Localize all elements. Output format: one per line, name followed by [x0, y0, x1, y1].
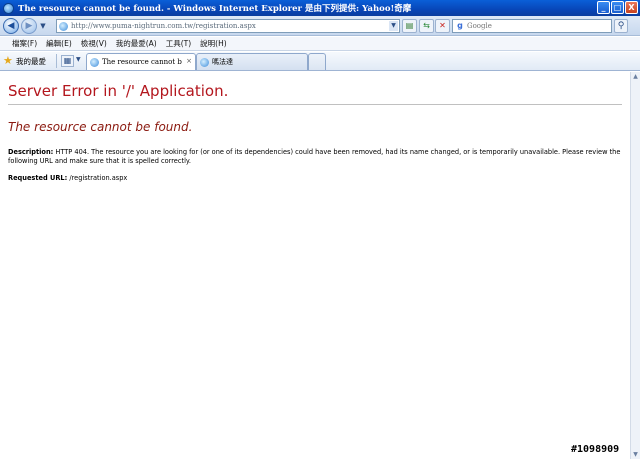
error-subtitle: The resource cannot be found.	[8, 120, 193, 134]
tab-resource-not-found[interactable]: The resource cannot be fo... ×	[86, 53, 196, 70]
error-title: Server Error in '/' Application.	[8, 82, 229, 100]
error-description: Description: HTTP 404. The resource you …	[8, 148, 623, 166]
menu-tools[interactable]: 工具(T)	[166, 38, 191, 49]
page-icon	[59, 21, 68, 31]
ie-page-icon	[90, 57, 99, 67]
compatibility-view-button[interactable]: ▤	[402, 19, 417, 33]
search-button[interactable]: ⚲	[614, 19, 628, 33]
menu-file[interactable]: 檔案(F)	[12, 38, 37, 49]
forward-button[interactable]: ▶	[21, 18, 37, 34]
description-label: Description:	[8, 148, 54, 156]
page-content: Server Error in '/' Application. The res…	[0, 72, 630, 459]
window-title: The resource cannot be found. - Windows …	[18, 4, 412, 14]
internet-explorer-icon	[3, 2, 14, 14]
favorites-tab-bar: ★ 我的最愛 ▦ ▼ The resource cannot be fo... …	[0, 52, 640, 71]
description-text: HTTP 404. The resource you are looking f…	[8, 148, 621, 165]
vertical-scrollbar[interactable]: ▲ ▼	[630, 72, 640, 459]
refresh-icon: ⇆	[423, 21, 430, 30]
refresh-button[interactable]: ⇆	[419, 19, 434, 33]
back-arrow-icon: ◀	[7, 21, 15, 31]
maximize-button[interactable]: □	[611, 1, 624, 14]
search-icon: ⚲	[617, 21, 625, 31]
recent-pages-dropdown[interactable]: ▼	[38, 20, 48, 32]
stop-button[interactable]: ✕	[435, 19, 450, 33]
close-button[interactable]: X	[625, 1, 638, 14]
tab-list-dropdown[interactable]: ▼	[76, 56, 81, 63]
google-icon: g	[457, 21, 463, 30]
menu-edit[interactable]: 編輯(E)	[46, 38, 72, 49]
close-tab-icon[interactable]: ×	[186, 57, 192, 65]
address-toolbar: ◀ ▶ ▼ ▼ ▤ ⇆ ✕ g ⚲	[0, 16, 640, 36]
menu-favorites[interactable]: 我的最愛(A)	[116, 38, 157, 49]
tab-label: The resource cannot be fo...	[102, 58, 182, 66]
scroll-down-icon[interactable]: ▼	[631, 450, 640, 459]
minimize-button[interactable]: _	[597, 1, 610, 14]
forward-arrow-icon: ▶	[25, 21, 33, 31]
new-tab-button[interactable]	[308, 53, 326, 70]
window-title-bar: The resource cannot be found. - Windows …	[0, 0, 640, 16]
back-button[interactable]: ◀	[3, 18, 19, 34]
requested-url-label: Requested URL:	[8, 174, 68, 182]
url-input[interactable]	[71, 20, 391, 32]
requested-url: Requested URL: /registration.aspx	[8, 174, 127, 182]
search-box[interactable]: g	[452, 19, 612, 33]
ie-page-icon	[200, 57, 209, 67]
menu-view[interactable]: 檢視(V)	[81, 38, 107, 49]
favorites-button[interactable]: 我的最愛	[16, 56, 46, 67]
address-dropdown-icon[interactable]: ▼	[389, 21, 398, 31]
search-input[interactable]	[467, 20, 607, 32]
tab-second[interactable]: 嗎法達	[196, 53, 308, 70]
watermark-id: #1098909	[571, 444, 620, 455]
quick-tabs-icon: ▦	[63, 56, 72, 65]
favorites-star-icon[interactable]: ★	[3, 55, 14, 66]
menu-help[interactable]: 說明(H)	[200, 38, 227, 49]
address-field[interactable]: ▼	[56, 19, 400, 33]
tab-label: 嗎法達	[212, 58, 233, 66]
menu-bar: 檔案(F) 編輯(E) 檢視(V) 我的最愛(A) 工具(T) 說明(H)	[0, 37, 640, 51]
toolbar-divider	[56, 54, 57, 68]
title-divider	[8, 104, 622, 105]
scroll-up-icon[interactable]: ▲	[631, 72, 640, 81]
quick-tabs-button[interactable]: ▦	[61, 55, 74, 67]
requested-url-value: /registration.aspx	[69, 174, 128, 182]
compatibility-icon: ▤	[405, 21, 414, 30]
stop-icon: ✕	[439, 21, 446, 30]
window-controls: _ □ X	[597, 1, 638, 14]
